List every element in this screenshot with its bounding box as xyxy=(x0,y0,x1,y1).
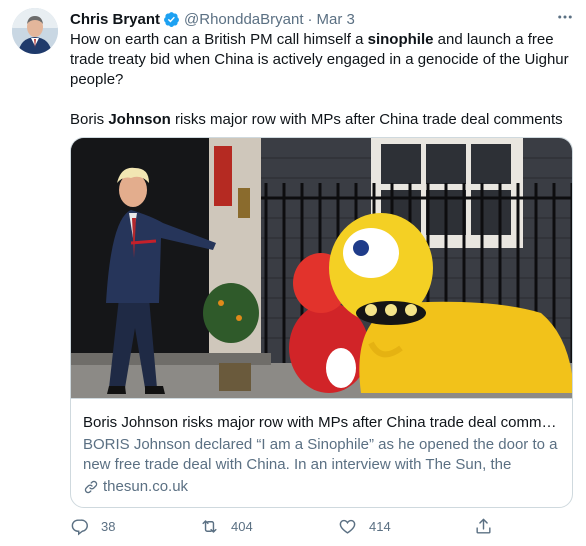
retweet-icon xyxy=(202,520,217,533)
heart-icon xyxy=(339,519,356,534)
avatar[interactable] xyxy=(12,8,58,54)
tweet-paragraph-1: How on earth can a British PM call himse… xyxy=(70,30,570,90)
tweet-date[interactable]: Mar 3 xyxy=(317,11,355,28)
card-text: Boris Johnson risks major row with MPs a… xyxy=(83,413,560,497)
share-button[interactable] xyxy=(474,517,493,536)
separator: · xyxy=(307,10,313,28)
text-segment: risks major row with MPs after China tra… xyxy=(170,111,563,128)
card-title[interactable]: Boris Johnson risks major row with MPs a… xyxy=(83,413,560,433)
share-icon xyxy=(476,518,491,534)
retweet-button[interactable]: 404 xyxy=(200,517,253,536)
text-bold: sinophile xyxy=(367,31,434,48)
card-image xyxy=(71,138,572,399)
link-card[interactable]: Boris Johnson risks major row with MPs a… xyxy=(70,137,573,508)
card-domain[interactable]: thesun.co.uk xyxy=(83,477,560,497)
reply-icon xyxy=(71,519,88,536)
verified-badge-icon xyxy=(163,11,180,28)
tweet-text: How on earth can a British PM call himse… xyxy=(70,30,570,130)
more-icon[interactable] xyxy=(556,8,574,31)
retweet-count: 404 xyxy=(231,519,253,534)
text-segment: How on earth can a British PM call himse… xyxy=(70,31,368,48)
card-domain-text: thesun.co.uk xyxy=(103,478,189,495)
text-segment: Boris xyxy=(70,111,109,128)
card-description: BORIS Johnson declared “I am a Sinophile… xyxy=(83,436,558,473)
like-button[interactable]: 414 xyxy=(338,517,391,536)
reply-button[interactable]: 38 xyxy=(70,517,115,536)
text-bold: Johnson xyxy=(108,111,171,128)
reply-count: 38 xyxy=(101,519,116,534)
link-icon xyxy=(84,480,98,494)
author-name[interactable]: Chris Bryant xyxy=(70,11,160,28)
tweet-paragraph-2: Boris Johnson risks major row with MPs a… xyxy=(70,110,570,130)
action-bar: 38 404 414 xyxy=(70,517,510,541)
like-count: 414 xyxy=(369,519,391,534)
tweet-header: Chris Bryant @RhonddaBryant · Mar 3 xyxy=(70,9,576,29)
tweet[interactable]: Chris Bryant @RhonddaBryant · Mar 3 How … xyxy=(0,0,586,546)
author-handle[interactable]: @RhonddaBryant xyxy=(184,11,303,28)
